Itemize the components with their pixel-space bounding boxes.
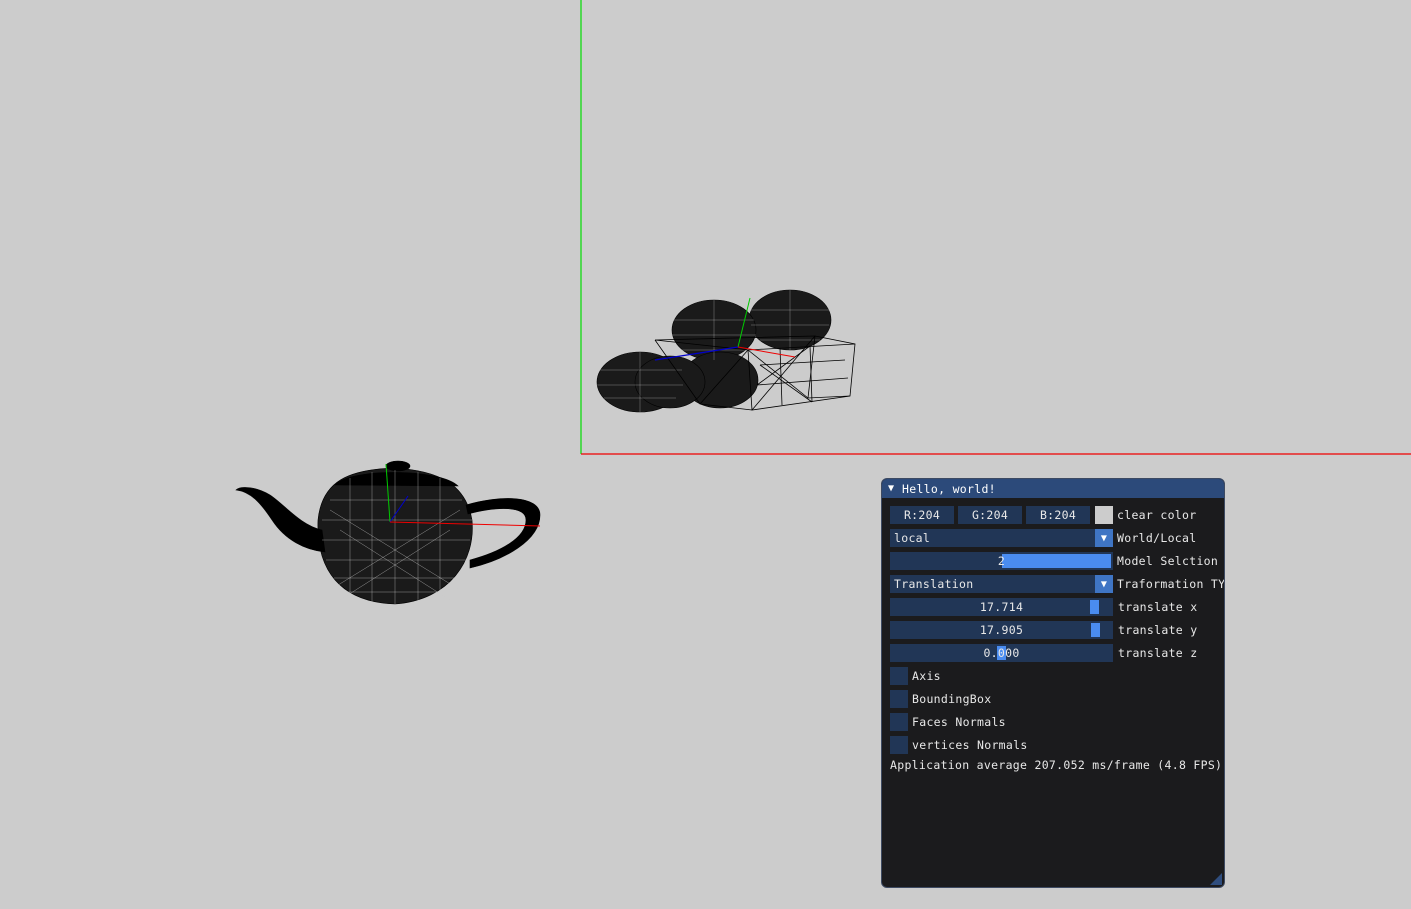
bounding-box-checkbox[interactable] (890, 690, 908, 708)
translate-z-label: translate z (1118, 646, 1198, 660)
model-selection-slider[interactable]: 2 (890, 552, 1113, 570)
triangle-down-icon[interactable]: ▼ (888, 483, 900, 494)
vertices-normals-checkbox[interactable] (890, 736, 908, 754)
color-b-field[interactable]: B:204 (1026, 506, 1090, 524)
faces-normals-checkbox[interactable] (890, 713, 908, 731)
teapot-model[interactable] (235, 460, 541, 605)
model-selection-label: Model Selction (1117, 554, 1219, 568)
translate-x-slider[interactable]: 17.714 (890, 598, 1113, 616)
window-title-bar[interactable]: ▼ Hello, world! (882, 479, 1224, 498)
translate-y-slider[interactable]: 17.905 (890, 621, 1113, 639)
faces-normals-checkbox-label: Faces Normals (912, 715, 1006, 729)
hello-world-window[interactable]: ▼ Hello, world! R:204 G:204 B:204 clear … (881, 478, 1225, 888)
window-title: Hello, world! (902, 481, 996, 496)
model-selection-grab[interactable] (1002, 554, 1111, 568)
model-selection-value: 2 (997, 554, 1006, 568)
transformation-type-label: Traformation TY (1117, 577, 1225, 591)
transformation-type-combo[interactable]: Translation ▼ (890, 575, 1113, 593)
clear-color-label: clear color (1117, 508, 1197, 522)
axis-checkbox-label: Axis (912, 669, 941, 683)
fps-status-text: Application average 207.052 ms/frame (4.… (890, 758, 1223, 772)
world-local-combo[interactable]: local ▼ (890, 529, 1113, 547)
axis-checkbox[interactable] (890, 667, 908, 685)
translate-y-value: 17.905 (979, 623, 1024, 637)
translate-x-value: 17.714 (979, 600, 1024, 614)
translate-x-grab[interactable] (1090, 600, 1099, 614)
color-b-value: B:204 (1039, 508, 1077, 522)
translate-y-grab[interactable] (1091, 623, 1100, 637)
color-r-value: R:204 (903, 508, 941, 522)
color-g-value: G:204 (971, 508, 1009, 522)
translate-z-slider[interactable]: 0.000 (890, 644, 1113, 662)
translate-y-label: translate y (1118, 623, 1198, 637)
bounding-box-checkbox-label: BoundingBox (912, 692, 992, 706)
world-local-label: World/Local (1117, 531, 1197, 545)
resize-grip-icon[interactable] (1210, 873, 1222, 885)
translate-z-value: 0.000 (983, 646, 1020, 660)
combo-arrow-down-icon[interactable]: ▼ (1095, 575, 1113, 593)
color-r-field[interactable]: R:204 (890, 506, 954, 524)
translate-x-label: translate x (1118, 600, 1198, 614)
combo-arrow-down-icon[interactable]: ▼ (1095, 529, 1113, 547)
vertices-normals-checkbox-label: vertices Normals (912, 738, 1028, 752)
model-group[interactable] (596, 289, 856, 413)
color-swatch[interactable] (1095, 506, 1113, 524)
world-local-value: local (894, 531, 931, 545)
color-g-field[interactable]: G:204 (958, 506, 1022, 524)
transformation-type-value: Translation (894, 577, 974, 591)
